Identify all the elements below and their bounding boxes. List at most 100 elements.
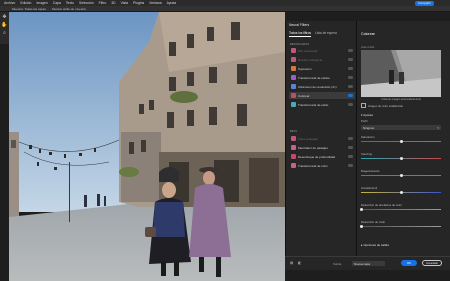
- profile-value: Ninguno: [363, 125, 375, 130]
- filter-toggle[interactable]: [348, 94, 353, 97]
- filter-row[interactable]: Colorear: [289, 92, 355, 99]
- preview-caption: Colorear imagen automáticamente: [381, 98, 421, 101]
- filter-toggle[interactable]: [348, 137, 353, 140]
- filter-toggle[interactable]: [348, 103, 353, 106]
- profile-dropdown[interactable]: Ninguno ▾: [361, 125, 441, 130]
- filter-row[interactable]: Fotos antiguas: [289, 135, 355, 142]
- slider-knob[interactable]: [359, 208, 363, 211]
- filter-label: Mezclador de paisajes: [298, 145, 328, 150]
- cancel-button[interactable]: Cancelar: [422, 260, 442, 266]
- slider-label: Amarillo/azul: [361, 186, 378, 190]
- filter-thumbnail-icon: [291, 136, 296, 141]
- hand-tool-icon[interactable]: ✋: [1, 21, 8, 28]
- filter-toggle[interactable]: [348, 76, 353, 79]
- filter-toggle[interactable]: [348, 67, 353, 70]
- color-set-checkbox[interactable]: Imagen de color establecido: [361, 103, 403, 108]
- menu-item[interactable]: Ventana: [149, 1, 161, 5]
- option-item[interactable]: Muestra: Todas las capas: [12, 7, 46, 11]
- filter-label: Retrato inteligente: [298, 57, 323, 62]
- compare-icon[interactable]: ◧: [298, 261, 302, 265]
- slider-knob[interactable]: [399, 157, 403, 160]
- checkbox-label: Imagen de color establecido: [368, 103, 403, 108]
- filter-toggle[interactable]: [348, 49, 353, 52]
- filter-thumbnail-icon: [291, 163, 296, 168]
- menu-item[interactable]: Edición: [20, 1, 31, 5]
- profile-label: Perfil: [361, 119, 368, 123]
- option-item[interactable]: Mostrar anillo de muestra: [52, 7, 86, 11]
- move-tool-icon[interactable]: ✥: [1, 13, 8, 20]
- filter-label: Transferencia de estilo: [298, 102, 329, 107]
- tool-bar: ✥ ✋ ⌕: [0, 12, 9, 44]
- filter-label: Supresión: [298, 66, 312, 71]
- slider-knob[interactable]: [399, 174, 403, 177]
- preview-label: Auto-Color: [361, 45, 375, 49]
- menu-item[interactable]: Texto: [66, 1, 74, 5]
- slider-label: Saturación: [361, 135, 375, 139]
- menu-item[interactable]: Capa: [53, 1, 61, 5]
- filter-label: Ultrazoom de resolución (4×): [298, 84, 337, 89]
- menu-item[interactable]: Filtro: [99, 1, 107, 5]
- colorize-settings-panel: Colorear Auto-Color Colorear imagen auto…: [356, 21, 450, 269]
- filter-label: Desenfoque de profundidad: [298, 154, 336, 159]
- filter-thumbnail-icon: [291, 66, 296, 71]
- filter-label: Fotos antiguas: [298, 136, 318, 141]
- neural-filters-panel: Neural Filters Todos los filtros Lista d…: [285, 21, 357, 269]
- filter-label: Transferencia de color: [298, 163, 328, 168]
- bottom-bar: ▤ ◧ Salida Nueva capa OK Cancelar: [285, 256, 450, 270]
- filter-toggle[interactable]: [348, 164, 353, 167]
- focal-point-preview[interactable]: [361, 50, 441, 97]
- section-beta-heading: BETA: [290, 129, 298, 133]
- filter-toggle[interactable]: [348, 58, 353, 61]
- slider-knob[interactable]: [359, 225, 363, 228]
- slider-track[interactable]: [361, 140, 441, 143]
- slider-label: Magenta/verde: [361, 169, 380, 173]
- menu-item[interactable]: Plugins: [133, 1, 144, 5]
- slider-track[interactable]: [359, 208, 441, 211]
- filter-thumbnail-icon: [291, 154, 296, 159]
- output-dropdown[interactable]: Nueva capa: [352, 261, 385, 266]
- menu-item[interactable]: Vista: [121, 1, 128, 5]
- filter-row[interactable]: Transferencia de estilo: [289, 101, 355, 108]
- filter-row[interactable]: Transferencia de estilos: [289, 74, 355, 81]
- filter-row[interactable]: Mezclador de paisajes: [289, 144, 355, 151]
- checkbox-box[interactable]: [361, 103, 366, 108]
- filter-row[interactable]: Supresión: [289, 65, 355, 72]
- layers-icon[interactable]: ▤: [290, 261, 294, 265]
- slider-track[interactable]: [359, 225, 441, 228]
- filter-row[interactable]: Transferencia de color: [289, 162, 355, 169]
- filter-row[interactable]: Retrato inteligente: [289, 56, 355, 63]
- filter-tabs: Todos los filtros Lista de espera: [289, 31, 337, 37]
- filter-toggle[interactable]: [348, 85, 353, 88]
- filter-toggle[interactable]: [348, 155, 353, 158]
- tab-all-filters[interactable]: Todos los filtros: [289, 31, 311, 37]
- slider-track[interactable]: [361, 157, 441, 160]
- filter-row[interactable]: Desenfoque de profundidad: [289, 153, 355, 160]
- tab-wait-list[interactable]: Lista de espera: [315, 31, 337, 37]
- filter-thumbnail-icon: [291, 102, 296, 107]
- document-canvas[interactable]: [9, 12, 285, 281]
- slider-knob[interactable]: [399, 191, 403, 194]
- menu-item[interactable]: Selección: [79, 1, 94, 5]
- share-button[interactable]: Compartir: [414, 0, 434, 6]
- menu-item[interactable]: 3D: [111, 1, 115, 5]
- slider-label: Cian/rojo: [361, 152, 373, 156]
- filter-thumbnail-icon: [291, 93, 296, 98]
- filter-label: Colorear: [298, 93, 310, 98]
- filter-row[interactable]: Piel suavizada: [289, 47, 355, 54]
- slider-knob[interactable]: [399, 140, 403, 143]
- zoom-tool-icon[interactable]: ⌕: [1, 29, 8, 36]
- filter-row[interactable]: Ultrazoom de resolución (4×): [289, 83, 355, 90]
- menu-item[interactable]: Archivo: [4, 1, 15, 5]
- slider-track[interactable]: [361, 191, 441, 194]
- ok-button[interactable]: OK: [401, 260, 417, 266]
- adjust-section-header[interactable]: ▾ Ajustes: [361, 113, 373, 117]
- filter-thumbnail-icon: [291, 84, 296, 89]
- section-featured-heading: DESTACADOS: [290, 42, 310, 46]
- menu-item[interactable]: Ayuda: [167, 1, 177, 5]
- output-options-header[interactable]: ▸ Opciones de salida: [361, 243, 389, 247]
- slider-track[interactable]: [361, 174, 441, 177]
- filter-toggle[interactable]: [348, 146, 353, 149]
- menu-item[interactable]: Imagen: [36, 1, 47, 5]
- output-label: Salida: [333, 262, 342, 266]
- panel-title: Neural Filters: [289, 23, 310, 27]
